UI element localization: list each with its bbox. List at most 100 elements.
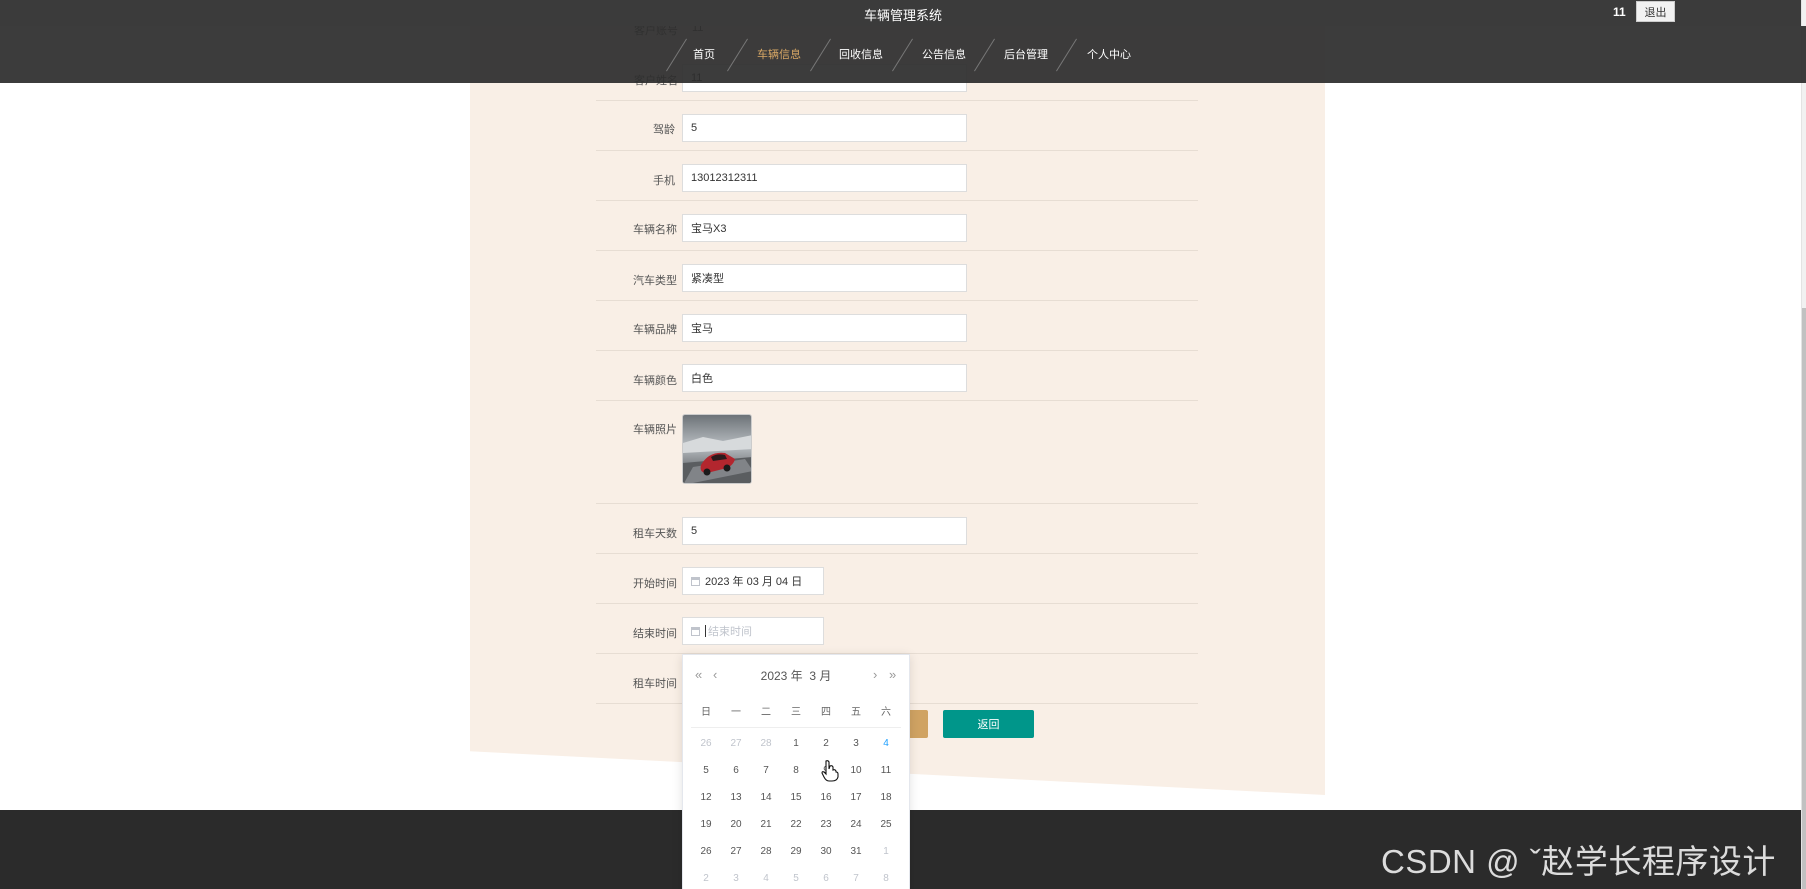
calendar-day[interactable]: 23 xyxy=(811,811,841,838)
calendar-day[interactable]: 5 xyxy=(781,865,811,889)
nav-item-announcements[interactable]: 公告信息 xyxy=(922,46,966,62)
calendar-day[interactable]: 27 xyxy=(721,838,751,865)
nav-separator xyxy=(666,38,687,72)
nav-item-profile[interactable]: 个人中心 xyxy=(1087,46,1131,62)
calendar-day[interactable]: 31 xyxy=(841,838,871,865)
end-time-picker[interactable]: 结束时间 xyxy=(682,617,824,645)
rental-days-label: 租车天数 xyxy=(633,528,677,540)
main-nav: 首页 车辆信息 回收信息 公告信息 后台管理 个人中心 xyxy=(0,26,1806,83)
calendar-day[interactable]: 8 xyxy=(781,757,811,784)
calendar-day[interactable]: 1 xyxy=(781,730,811,757)
nav-item-vehicle-info[interactable]: 车辆信息 xyxy=(757,46,801,62)
row-divider xyxy=(596,100,1198,101)
calendar-day[interactable]: 24 xyxy=(841,811,871,838)
start-time-label: 开始时间 xyxy=(633,578,677,590)
calendar-year[interactable]: 2023 年 xyxy=(761,669,803,683)
calendar-day[interactable]: 5 xyxy=(691,757,721,784)
calendar-day[interactable]: 8 xyxy=(871,865,901,889)
nav-separator xyxy=(727,38,748,72)
watermark: CSDN @ ˇ赵学长程序设计 xyxy=(1381,843,1776,880)
calendar-day[interactable]: 21 xyxy=(751,811,781,838)
calendar-day[interactable]: 14 xyxy=(751,784,781,811)
top-bar: 车辆管理系统 11 退出 xyxy=(0,0,1806,26)
rental-time-label: 租车时间 xyxy=(633,678,677,690)
vehicle-name-label: 车辆名称 xyxy=(633,224,677,236)
calendar-day[interactable]: 19 xyxy=(691,811,721,838)
calendar-day[interactable]: 12 xyxy=(691,784,721,811)
page-scrollbar[interactable] xyxy=(1801,0,1806,889)
calendar-day[interactable]: 22 xyxy=(781,811,811,838)
calendar-day[interactable]: 3 xyxy=(841,730,871,757)
calendar-day[interactable]: 7 xyxy=(751,757,781,784)
calendar-day[interactable]: 4 xyxy=(871,730,901,757)
vehicle-name-input[interactable]: 宝马X3 xyxy=(682,214,967,242)
phone-input[interactable]: 13012312311 xyxy=(682,164,967,192)
calendar-day[interactable]: 6 xyxy=(811,865,841,889)
calendar-day[interactable]: 6 xyxy=(721,757,751,784)
row-divider xyxy=(596,300,1198,301)
calendar-weekday: 五 xyxy=(851,707,861,718)
next-month-icon[interactable]: › xyxy=(873,667,877,682)
start-time-picker[interactable]: 2023 年 03 月 04 日 xyxy=(682,567,824,595)
calendar-weekday: 日 xyxy=(701,707,711,718)
row-divider xyxy=(596,400,1198,401)
site-title: 车辆管理系统 xyxy=(863,8,942,23)
calendar-day[interactable]: 15 xyxy=(781,784,811,811)
calendar-day[interactable]: 17 xyxy=(841,784,871,811)
nav-item-home[interactable]: 首页 xyxy=(693,46,715,62)
driving-age-label: 驾龄 xyxy=(653,124,675,136)
calendar-day[interactable]: 28 xyxy=(751,730,781,757)
calendar-day[interactable]: 26 xyxy=(691,838,721,865)
calendar-day[interactable]: 7 xyxy=(841,865,871,889)
nav-separator xyxy=(974,38,995,72)
calendar-day[interactable]: 13 xyxy=(721,784,751,811)
date-picker-popup: « ‹ 2023 年 3 月 › » 日一二三四五六 26 27 28 1 2 3 4 5 6 7 8… xyxy=(682,654,910,889)
calendar-day[interactable]: 30 xyxy=(811,838,841,865)
calendar-month[interactable]: 3 月 xyxy=(809,669,831,683)
calendar-day[interactable]: 20 xyxy=(721,811,751,838)
car-type-label: 汽车类型 xyxy=(633,275,677,287)
logout-button[interactable]: 退出 xyxy=(1636,1,1675,22)
nav-item-admin[interactable]: 后台管理 xyxy=(1004,46,1048,62)
nav-separator xyxy=(810,38,831,72)
calendar-day[interactable]: 10 xyxy=(841,757,871,784)
photo-label: 车辆照片 xyxy=(633,424,677,436)
calendar-day[interactable]: 26 xyxy=(691,730,721,757)
calendar-day[interactable]: 11 xyxy=(871,757,901,784)
nav-item-recycle-info[interactable]: 回收信息 xyxy=(839,46,883,62)
calendar-day[interactable]: 28 xyxy=(751,838,781,865)
phone-label: 手机 xyxy=(653,175,675,187)
calendar-weekday: 二 xyxy=(761,707,771,718)
calendar-day[interactable]: 18 xyxy=(871,784,901,811)
calendar-icon xyxy=(691,576,700,586)
vehicle-photo[interactable] xyxy=(682,414,752,484)
row-divider xyxy=(596,553,1198,554)
calendar-day[interactable]: 1 xyxy=(871,838,901,865)
car-type-input[interactable]: 紧凑型 xyxy=(682,264,967,292)
calendar-day[interactable]: 2 xyxy=(811,730,841,757)
calendar-day[interactable]: 25 xyxy=(871,811,901,838)
end-time-label: 结束时间 xyxy=(633,628,677,640)
calendar-grid: 日一二三四五六262728123456789101112131415161718… xyxy=(691,703,901,889)
calendar-day[interactable]: 27 xyxy=(721,730,751,757)
text-caret xyxy=(705,625,706,637)
calendar-icon xyxy=(691,626,700,636)
row-divider xyxy=(596,503,1198,504)
driving-age-input[interactable]: 5 xyxy=(682,114,967,142)
calendar-day[interactable]: 2 xyxy=(691,865,721,889)
calendar-day[interactable]: 3 xyxy=(721,865,751,889)
calendar-day[interactable]: 16 xyxy=(811,784,841,811)
next-year-icon[interactable]: » xyxy=(889,667,896,682)
rental-days-input[interactable]: 5 xyxy=(682,517,967,545)
color-input[interactable]: 白色 xyxy=(682,364,967,392)
back-button[interactable]: 返回 xyxy=(943,710,1034,738)
calendar-weekday: 三 xyxy=(791,707,801,718)
scroll-thumb[interactable] xyxy=(1802,308,1806,889)
calendar-day[interactable]: 4 xyxy=(751,865,781,889)
calendar-weekday: 六 xyxy=(881,707,891,718)
calendar-day[interactable]: 29 xyxy=(781,838,811,865)
brand-input[interactable]: 宝马 xyxy=(682,314,967,342)
row-divider xyxy=(596,150,1198,151)
nav-separator xyxy=(1056,38,1077,72)
nav-separator xyxy=(892,38,913,72)
